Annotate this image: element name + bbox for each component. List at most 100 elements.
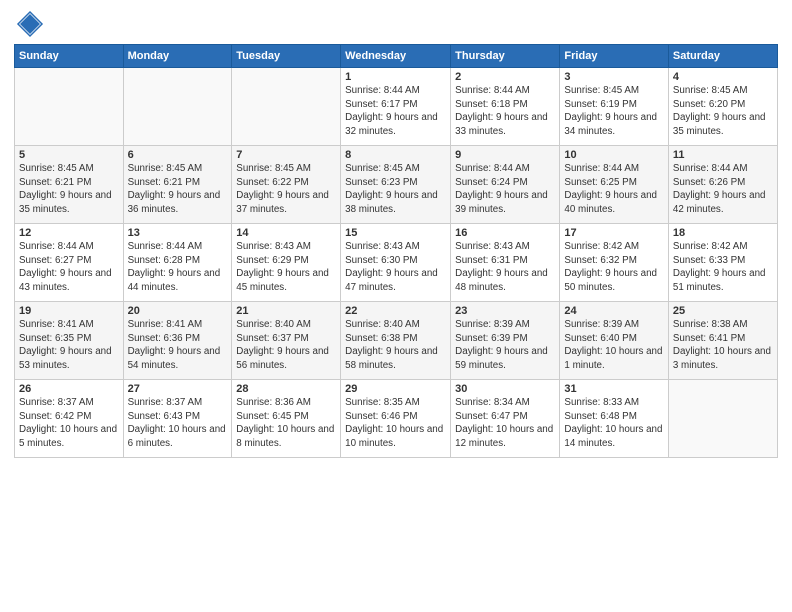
calendar-cell: 22Sunrise: 8:40 AM Sunset: 6:38 PM Dayli… xyxy=(341,302,451,380)
day-info: Sunrise: 8:33 AM Sunset: 6:48 PM Dayligh… xyxy=(564,396,663,451)
calendar-cell: 7Sunrise: 8:45 AM Sunset: 6:22 PM Daylig… xyxy=(232,146,341,224)
calendar-cell: 18Sunrise: 8:42 AM Sunset: 6:33 PM Dayli… xyxy=(668,224,777,302)
calendar-cell: 17Sunrise: 8:42 AM Sunset: 6:32 PM Dayli… xyxy=(560,224,668,302)
day-info: Sunrise: 8:40 AM Sunset: 6:37 PM Dayligh… xyxy=(236,318,336,373)
calendar-cell: 4Sunrise: 8:45 AM Sunset: 6:20 PM Daylig… xyxy=(668,68,777,146)
calendar-cell: 26Sunrise: 8:37 AM Sunset: 6:42 PM Dayli… xyxy=(15,380,124,458)
day-info: Sunrise: 8:44 AM Sunset: 6:26 PM Dayligh… xyxy=(673,162,773,217)
calendar-cell: 2Sunrise: 8:44 AM Sunset: 6:18 PM Daylig… xyxy=(451,68,560,146)
calendar-cell: 10Sunrise: 8:44 AM Sunset: 6:25 PM Dayli… xyxy=(560,146,668,224)
day-number: 8 xyxy=(345,149,446,161)
weekday-header-thursday: Thursday xyxy=(451,45,560,68)
calendar-cell: 31Sunrise: 8:33 AM Sunset: 6:48 PM Dayli… xyxy=(560,380,668,458)
day-number: 17 xyxy=(564,227,663,239)
calendar-week-4: 19Sunrise: 8:41 AM Sunset: 6:35 PM Dayli… xyxy=(15,302,778,380)
day-info: Sunrise: 8:37 AM Sunset: 6:42 PM Dayligh… xyxy=(19,396,119,451)
weekday-header-monday: Monday xyxy=(123,45,232,68)
calendar-cell: 6Sunrise: 8:45 AM Sunset: 6:21 PM Daylig… xyxy=(123,146,232,224)
calendar-cell: 28Sunrise: 8:36 AM Sunset: 6:45 PM Dayli… xyxy=(232,380,341,458)
calendar-week-1: 1Sunrise: 8:44 AM Sunset: 6:17 PM Daylig… xyxy=(15,68,778,146)
calendar-table: SundayMondayTuesdayWednesdayThursdayFrid… xyxy=(14,44,778,458)
day-number: 18 xyxy=(673,227,773,239)
day-info: Sunrise: 8:35 AM Sunset: 6:46 PM Dayligh… xyxy=(345,396,446,451)
logo-icon xyxy=(16,10,44,38)
day-number: 19 xyxy=(19,305,119,317)
day-number: 15 xyxy=(345,227,446,239)
calendar-week-2: 5Sunrise: 8:45 AM Sunset: 6:21 PM Daylig… xyxy=(15,146,778,224)
day-info: Sunrise: 8:44 AM Sunset: 6:25 PM Dayligh… xyxy=(564,162,663,217)
day-info: Sunrise: 8:45 AM Sunset: 6:19 PM Dayligh… xyxy=(564,84,663,139)
calendar-cell: 16Sunrise: 8:43 AM Sunset: 6:31 PM Dayli… xyxy=(451,224,560,302)
day-number: 25 xyxy=(673,305,773,317)
calendar-cell: 29Sunrise: 8:35 AM Sunset: 6:46 PM Dayli… xyxy=(341,380,451,458)
calendar-cell xyxy=(123,68,232,146)
day-info: Sunrise: 8:43 AM Sunset: 6:29 PM Dayligh… xyxy=(236,240,336,295)
calendar-cell: 5Sunrise: 8:45 AM Sunset: 6:21 PM Daylig… xyxy=(15,146,124,224)
day-number: 9 xyxy=(455,149,555,161)
calendar-cell: 8Sunrise: 8:45 AM Sunset: 6:23 PM Daylig… xyxy=(341,146,451,224)
day-number: 5 xyxy=(19,149,119,161)
calendar-cell xyxy=(15,68,124,146)
day-info: Sunrise: 8:41 AM Sunset: 6:35 PM Dayligh… xyxy=(19,318,119,373)
day-info: Sunrise: 8:43 AM Sunset: 6:30 PM Dayligh… xyxy=(345,240,446,295)
day-info: Sunrise: 8:44 AM Sunset: 6:27 PM Dayligh… xyxy=(19,240,119,295)
day-info: Sunrise: 8:41 AM Sunset: 6:36 PM Dayligh… xyxy=(128,318,228,373)
day-number: 31 xyxy=(564,383,663,395)
calendar-cell: 20Sunrise: 8:41 AM Sunset: 6:36 PM Dayli… xyxy=(123,302,232,380)
calendar-cell: 30Sunrise: 8:34 AM Sunset: 6:47 PM Dayli… xyxy=(451,380,560,458)
calendar-header: SundayMondayTuesdayWednesdayThursdayFrid… xyxy=(15,45,778,68)
calendar-cell: 14Sunrise: 8:43 AM Sunset: 6:29 PM Dayli… xyxy=(232,224,341,302)
day-info: Sunrise: 8:42 AM Sunset: 6:32 PM Dayligh… xyxy=(564,240,663,295)
calendar-cell: 24Sunrise: 8:39 AM Sunset: 6:40 PM Dayli… xyxy=(560,302,668,380)
logo xyxy=(14,10,44,38)
day-number: 7 xyxy=(236,149,336,161)
day-info: Sunrise: 8:45 AM Sunset: 6:21 PM Dayligh… xyxy=(128,162,228,217)
day-number: 11 xyxy=(673,149,773,161)
day-number: 12 xyxy=(19,227,119,239)
day-number: 1 xyxy=(345,71,446,83)
calendar-cell: 12Sunrise: 8:44 AM Sunset: 6:27 PM Dayli… xyxy=(15,224,124,302)
day-number: 2 xyxy=(455,71,555,83)
day-info: Sunrise: 8:42 AM Sunset: 6:33 PM Dayligh… xyxy=(673,240,773,295)
calendar-cell: 27Sunrise: 8:37 AM Sunset: 6:43 PM Dayli… xyxy=(123,380,232,458)
day-info: Sunrise: 8:40 AM Sunset: 6:38 PM Dayligh… xyxy=(345,318,446,373)
day-info: Sunrise: 8:34 AM Sunset: 6:47 PM Dayligh… xyxy=(455,396,555,451)
day-number: 20 xyxy=(128,305,228,317)
day-info: Sunrise: 8:44 AM Sunset: 6:24 PM Dayligh… xyxy=(455,162,555,217)
day-number: 23 xyxy=(455,305,555,317)
calendar-cell: 25Sunrise: 8:38 AM Sunset: 6:41 PM Dayli… xyxy=(668,302,777,380)
day-number: 10 xyxy=(564,149,663,161)
calendar-cell: 19Sunrise: 8:41 AM Sunset: 6:35 PM Dayli… xyxy=(15,302,124,380)
day-info: Sunrise: 8:45 AM Sunset: 6:21 PM Dayligh… xyxy=(19,162,119,217)
day-number: 29 xyxy=(345,383,446,395)
day-number: 3 xyxy=(564,71,663,83)
weekday-header-saturday: Saturday xyxy=(668,45,777,68)
page-header xyxy=(14,10,778,38)
weekday-header-sunday: Sunday xyxy=(15,45,124,68)
day-info: Sunrise: 8:44 AM Sunset: 6:17 PM Dayligh… xyxy=(345,84,446,139)
weekday-header-wednesday: Wednesday xyxy=(341,45,451,68)
calendar-cell: 1Sunrise: 8:44 AM Sunset: 6:17 PM Daylig… xyxy=(341,68,451,146)
calendar-week-5: 26Sunrise: 8:37 AM Sunset: 6:42 PM Dayli… xyxy=(15,380,778,458)
day-number: 27 xyxy=(128,383,228,395)
day-number: 4 xyxy=(673,71,773,83)
day-info: Sunrise: 8:39 AM Sunset: 6:39 PM Dayligh… xyxy=(455,318,555,373)
day-info: Sunrise: 8:43 AM Sunset: 6:31 PM Dayligh… xyxy=(455,240,555,295)
day-info: Sunrise: 8:44 AM Sunset: 6:28 PM Dayligh… xyxy=(128,240,228,295)
day-number: 30 xyxy=(455,383,555,395)
day-info: Sunrise: 8:45 AM Sunset: 6:20 PM Dayligh… xyxy=(673,84,773,139)
day-info: Sunrise: 8:44 AM Sunset: 6:18 PM Dayligh… xyxy=(455,84,555,139)
day-info: Sunrise: 8:39 AM Sunset: 6:40 PM Dayligh… xyxy=(564,318,663,373)
day-number: 28 xyxy=(236,383,336,395)
day-info: Sunrise: 8:37 AM Sunset: 6:43 PM Dayligh… xyxy=(128,396,228,451)
day-info: Sunrise: 8:45 AM Sunset: 6:23 PM Dayligh… xyxy=(345,162,446,217)
weekday-header-friday: Friday xyxy=(560,45,668,68)
calendar-cell: 13Sunrise: 8:44 AM Sunset: 6:28 PM Dayli… xyxy=(123,224,232,302)
day-number: 6 xyxy=(128,149,228,161)
day-info: Sunrise: 8:38 AM Sunset: 6:41 PM Dayligh… xyxy=(673,318,773,373)
calendar-cell: 9Sunrise: 8:44 AM Sunset: 6:24 PM Daylig… xyxy=(451,146,560,224)
day-info: Sunrise: 8:36 AM Sunset: 6:45 PM Dayligh… xyxy=(236,396,336,451)
day-number: 14 xyxy=(236,227,336,239)
calendar-cell xyxy=(668,380,777,458)
day-number: 21 xyxy=(236,305,336,317)
